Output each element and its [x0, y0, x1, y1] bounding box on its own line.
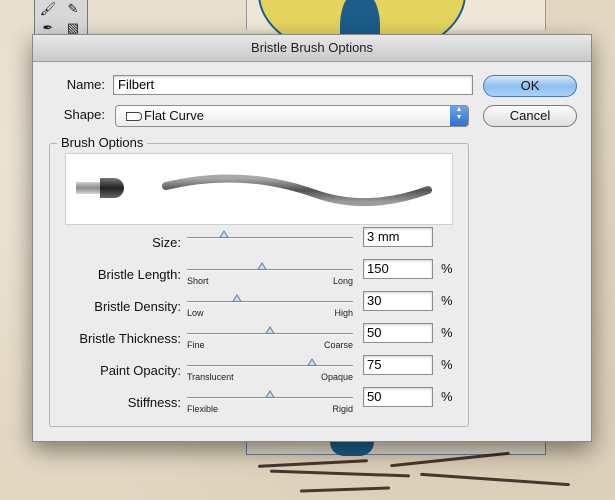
slider-track[interactable]	[187, 237, 353, 239]
slider-min-label: Short	[187, 276, 209, 286]
name-input[interactable]	[113, 75, 473, 95]
slider-label: Bristle Length:	[97, 267, 181, 282]
slider-max-label: Long	[332, 276, 353, 286]
shape-select[interactable]: Flat Curve ▲ ▼	[115, 105, 469, 127]
slider-min-label: Low	[187, 308, 204, 318]
slider-track[interactable]	[187, 269, 353, 271]
slider-thumb[interactable]	[218, 230, 229, 238]
slider-value-input[interactable]	[363, 259, 433, 279]
brush-stroke-preview	[65, 153, 453, 225]
slider-unit-label: %	[441, 293, 453, 308]
slider-max-label: Rigid	[332, 404, 353, 414]
slider-value-input[interactable]	[363, 291, 433, 311]
shape-label: Shape:	[63, 107, 105, 122]
stroke-preview-graphic	[162, 174, 432, 207]
slider-value-input[interactable]	[363, 387, 433, 407]
brush-options-title: Brush Options	[57, 135, 148, 150]
slider-thumb[interactable]	[265, 326, 275, 334]
select-stepper-icon: ▲ ▼	[450, 106, 468, 126]
dialog-title: Bristle Brush Options	[33, 35, 591, 62]
cancel-button[interactable]: Cancel	[483, 105, 577, 127]
shape-value: Flat Curve	[144, 108, 204, 123]
slider-thumb[interactable]	[231, 294, 242, 302]
slider-thumb[interactable]	[256, 262, 267, 270]
bristle-brush-options-dialog: Bristle Brush Options Name: Shape: Flat …	[32, 34, 592, 442]
pencil-icon[interactable]: ✎	[62, 1, 84, 17]
slider-unit-label: %	[441, 357, 453, 372]
slider-label: Stiffness:	[127, 395, 181, 410]
slider-value-input[interactable]	[363, 227, 433, 247]
slider-value-input[interactable]	[363, 355, 433, 375]
slider-thumb[interactable]	[306, 358, 317, 366]
slider-min-label: Flexible	[187, 404, 219, 414]
flat-brush-icon	[126, 112, 142, 121]
name-label: Name:	[66, 77, 105, 92]
slider-track[interactable]	[187, 365, 353, 367]
slider-unit-label: %	[441, 261, 453, 276]
slider-max-label: Coarse	[323, 340, 353, 350]
slider-label: Bristle Thickness:	[79, 331, 181, 346]
paintbrush-icon[interactable]: 🖌	[37, 1, 59, 17]
slider-track[interactable]	[187, 301, 353, 303]
slider-max-label: Opaque	[320, 372, 353, 382]
slider-unit-label: %	[441, 325, 453, 340]
slider-label: Size:	[152, 235, 181, 250]
ok-button[interactable]: OK	[483, 75, 577, 97]
slider-label: Paint Opacity:	[100, 363, 181, 378]
slider-max-label: High	[334, 308, 353, 318]
slider-unit-label: %	[441, 389, 453, 404]
slider-min-label: Fine	[187, 340, 205, 350]
slider-thumb[interactable]	[265, 390, 275, 398]
slider-value-input[interactable]	[363, 323, 433, 343]
slider-min-label: Translucent	[187, 372, 234, 382]
slider-label: Bristle Density:	[94, 299, 181, 314]
